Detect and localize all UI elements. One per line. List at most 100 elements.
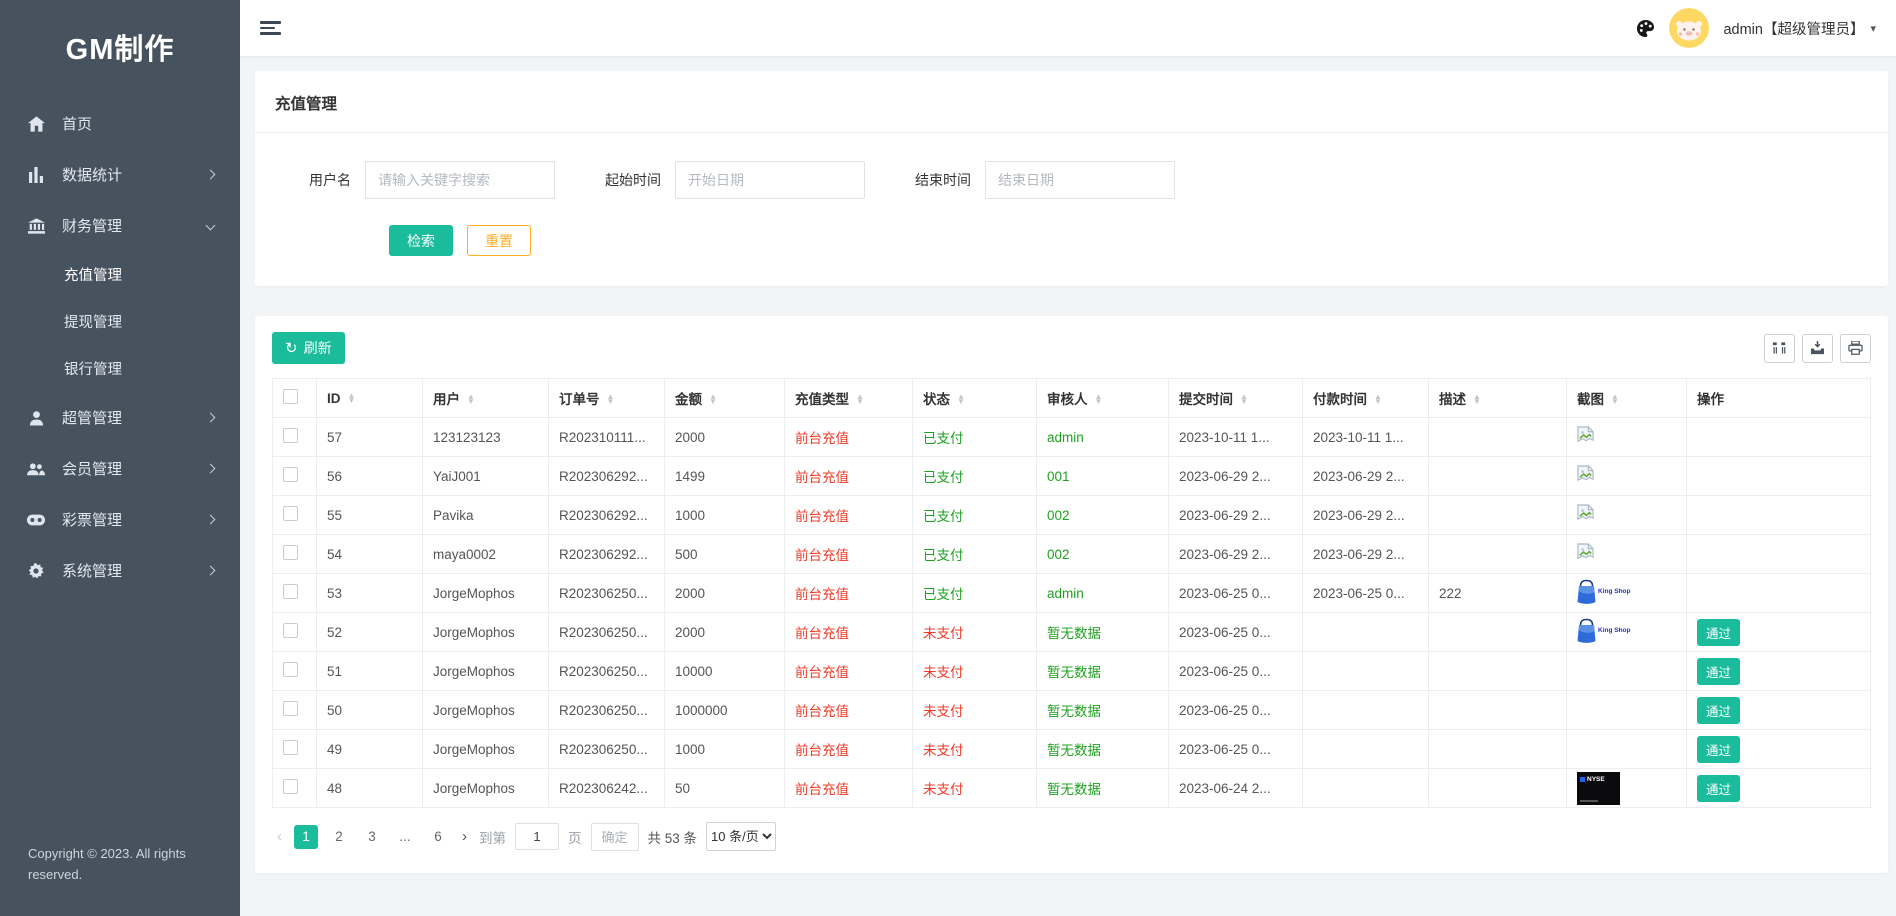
cell-screenshot <box>1567 730 1687 769</box>
next-page-icon[interactable]: › <box>459 828 470 845</box>
bag-screenshot-thumbnail[interactable]: King Shop <box>1577 618 1631 643</box>
sidebar-item-superadmin[interactable]: 超管管理 <box>0 392 240 443</box>
column-header-screenshot[interactable]: 截图▲▼ <box>1567 379 1687 418</box>
sort-icon[interactable]: ▲▼ <box>467 395 475 405</box>
row-checkbox[interactable] <box>283 545 298 560</box>
page-button-6[interactable]: 6 <box>426 825 450 849</box>
row-checkbox[interactable] <box>283 428 298 443</box>
broken-image-icon <box>1577 504 1594 523</box>
cell-order-no: R202306250... <box>549 613 665 652</box>
username-input[interactable] <box>365 161 555 199</box>
sidebar-item-system[interactable]: 系统管理 <box>0 545 240 596</box>
search-button[interactable]: 检索 <box>389 225 453 256</box>
row-checkbox[interactable] <box>283 506 298 521</box>
sidebar-item-home[interactable]: 首页 <box>0 98 240 149</box>
sort-icon[interactable]: ▲▼ <box>856 395 864 405</box>
export-button[interactable] <box>1802 334 1833 363</box>
sort-icon[interactable]: ▲▼ <box>709 395 717 405</box>
goto-page-input[interactable] <box>515 823 559 850</box>
cell-desc <box>1429 457 1567 496</box>
sidebar-subitem-recharge[interactable]: 充值管理 <box>0 251 240 298</box>
approve-button[interactable]: 通过 <box>1697 658 1740 685</box>
cell-user: JorgeMophos <box>423 613 549 652</box>
user-menu[interactable]: admin【超级管理员】 ▾ <box>1723 18 1876 39</box>
goto-confirm-button[interactable]: 确定 <box>591 823 639 851</box>
cell-pay-time: 2023-10-11 1... <box>1303 418 1429 457</box>
column-header-order_no[interactable]: 订单号▲▼ <box>549 379 665 418</box>
row-checkbox[interactable] <box>283 467 298 482</box>
sidebar-subitem-withdraw[interactable]: 提现管理 <box>0 298 240 345</box>
start-date-input[interactable] <box>675 161 865 199</box>
sidebar-subitem-bank[interactable]: 银行管理 <box>0 345 240 392</box>
sidebar-item-stats[interactable]: 数据统计 <box>0 149 240 200</box>
sidebar-item-lottery[interactable]: 彩票管理 <box>0 494 240 545</box>
sort-icon[interactable]: ▲▼ <box>1374 395 1382 405</box>
chevron-right-icon <box>206 170 216 180</box>
page-button-2[interactable]: 2 <box>327 825 351 849</box>
column-header-status[interactable]: 状态▲▼ <box>913 379 1037 418</box>
cell-status: 未支付 <box>913 730 1037 769</box>
dark-screenshot-thumbnail[interactable]: NYSE <box>1577 772 1620 805</box>
sidebar-item-label: 银行管理 <box>64 358 122 379</box>
approve-button[interactable]: 通过 <box>1697 736 1740 763</box>
sidebar-item-members[interactable]: 会员管理 <box>0 443 240 494</box>
sort-icon[interactable]: ▲▼ <box>1611 395 1619 405</box>
column-header-recharge_type[interactable]: 充值类型▲▼ <box>785 379 913 418</box>
select-all-checkbox[interactable] <box>283 389 298 404</box>
sort-icon[interactable]: ▲▼ <box>957 395 965 405</box>
chevron-right-icon <box>206 413 216 423</box>
row-checkbox[interactable] <box>283 623 298 638</box>
user-avatar[interactable] <box>1669 8 1709 48</box>
approve-button[interactable]: 通过 <box>1697 697 1740 724</box>
cell-recharge-type: 前台充值 <box>785 496 913 535</box>
sort-icon[interactable]: ▲▼ <box>1095 395 1103 405</box>
row-checkbox[interactable] <box>283 584 298 599</box>
page-button-1[interactable]: 1 <box>294 825 318 849</box>
approve-button[interactable]: 通过 <box>1697 775 1740 802</box>
cell-desc <box>1429 691 1567 730</box>
app-logo: GM制作 <box>0 0 240 98</box>
bag-icon <box>1577 579 1596 604</box>
sort-icon[interactable]: ▲▼ <box>607 395 615 405</box>
cell-submit-time: 2023-06-29 2... <box>1169 535 1303 574</box>
cell-action: 通过 <box>1687 769 1871 808</box>
column-header-id[interactable]: ID▲▼ <box>317 379 423 418</box>
theme-palette-icon[interactable] <box>1636 19 1655 38</box>
cell-pay-time: 2023-06-29 2... <box>1303 496 1429 535</box>
broken-image-icon <box>1577 426 1594 445</box>
column-header-amount[interactable]: 金额▲▼ <box>665 379 785 418</box>
cell-amount: 1000000 <box>665 691 785 730</box>
bag-screenshot-thumbnail[interactable]: King Shop <box>1577 579 1631 604</box>
reset-button[interactable]: 重置 <box>467 225 531 256</box>
cell-amount: 1499 <box>665 457 785 496</box>
chevron-down-icon <box>206 221 216 231</box>
column-header-reviewer[interactable]: 审核人▲▼ <box>1037 379 1169 418</box>
menu-toggle-icon[interactable] <box>260 18 284 38</box>
column-header-desc[interactable]: 描述▲▼ <box>1429 379 1567 418</box>
page-size-select[interactable]: 10 条/页 <box>706 822 776 851</box>
column-header-submit_time[interactable]: 提交时间▲▼ <box>1169 379 1303 418</box>
column-header-user[interactable]: 用户▲▼ <box>423 379 549 418</box>
row-checkbox[interactable] <box>283 662 298 677</box>
end-date-input[interactable] <box>985 161 1175 199</box>
sort-icon[interactable]: ▲▼ <box>1473 395 1481 405</box>
print-button[interactable] <box>1840 334 1871 363</box>
bank-icon <box>26 216 46 236</box>
cell-user: JorgeMophos <box>423 730 549 769</box>
goto-prefix: 到第 <box>479 827 506 847</box>
page-button-3[interactable]: 3 <box>360 825 384 849</box>
sidebar-item-finance[interactable]: 财务管理 <box>0 200 240 251</box>
cell-amount: 10000 <box>665 652 785 691</box>
row-checkbox[interactable] <box>283 701 298 716</box>
cell-id: 52 <box>317 613 423 652</box>
sort-icon[interactable]: ▲▼ <box>1240 395 1248 405</box>
cell-submit-time: 2023-06-25 0... <box>1169 730 1303 769</box>
row-checkbox[interactable] <box>283 779 298 794</box>
approve-button[interactable]: 通过 <box>1697 619 1740 646</box>
card-view-button[interactable] <box>1764 334 1795 363</box>
row-checkbox[interactable] <box>283 740 298 755</box>
refresh-button[interactable]: ↻ 刷新 <box>272 332 345 364</box>
column-header-pay_time[interactable]: 付款时间▲▼ <box>1303 379 1429 418</box>
sort-icon[interactable]: ▲▼ <box>348 394 356 404</box>
prev-page-icon[interactable]: ‹ <box>274 828 285 845</box>
